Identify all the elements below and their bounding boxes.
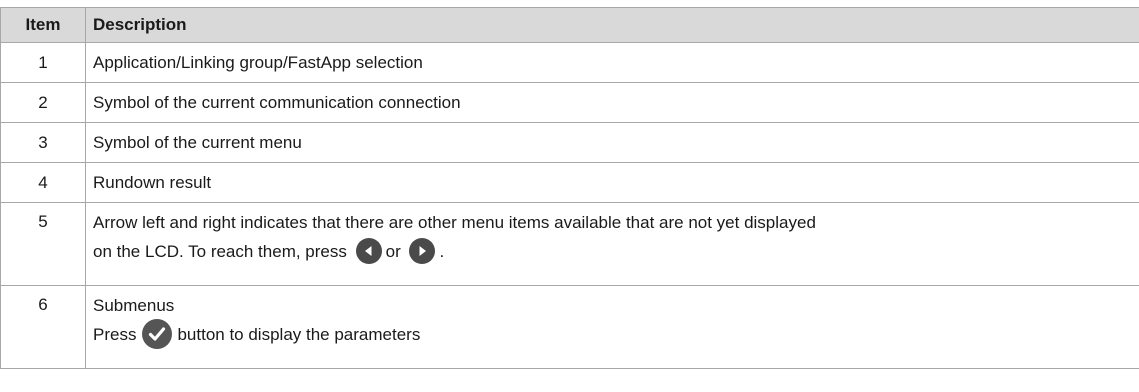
description-line-2-mid: or [385,242,401,261]
header-item: Item [0,7,86,43]
description-line-2-post: button to display the parameters [177,325,421,344]
description-line-2-pre: Press [93,325,137,344]
header-description: Description [85,7,1139,43]
table-row: 1 Application/Linking group/FastApp sele… [0,42,1139,83]
item-description: Application/Linking group/FastApp select… [85,42,1139,83]
item-number: 3 [0,122,86,163]
arrow-left-button-icon [355,237,382,264]
description-line-1: Arrow left and right indicates that ther… [93,213,816,232]
item-number: 5 [0,202,86,286]
item-number: 4 [0,162,86,203]
item-description: Submenus Press button to display the par… [85,285,1139,369]
item-description: Arrow left and right indicates that ther… [85,202,1139,286]
description-line-2-post: . [439,242,445,261]
item-description: Symbol of the current menu [85,122,1139,163]
table-row: 3 Symbol of the current menu [0,122,1139,163]
description-table: Item Description 1 Application/Linking g… [0,7,1139,369]
description-line-1: Submenus [93,296,175,315]
checkmark-button-icon [142,318,173,349]
item-description: Rundown result [85,162,1139,203]
item-number: 1 [0,42,86,83]
table-row: 4 Rundown result [0,162,1139,203]
table-row: 6 Submenus Press button to display the p… [0,285,1139,369]
item-description: Symbol of the current communication conn… [85,82,1139,123]
item-number: 6 [0,285,86,369]
arrow-right-button-icon [409,237,436,264]
table-header-row: Item Description [0,7,1139,43]
item-number: 2 [0,82,86,123]
table-row: 2 Symbol of the current communication co… [0,82,1139,123]
table-row: 5 Arrow left and right indicates that th… [0,202,1139,286]
description-line-2-pre: on the LCD. To reach them, press [93,242,347,261]
